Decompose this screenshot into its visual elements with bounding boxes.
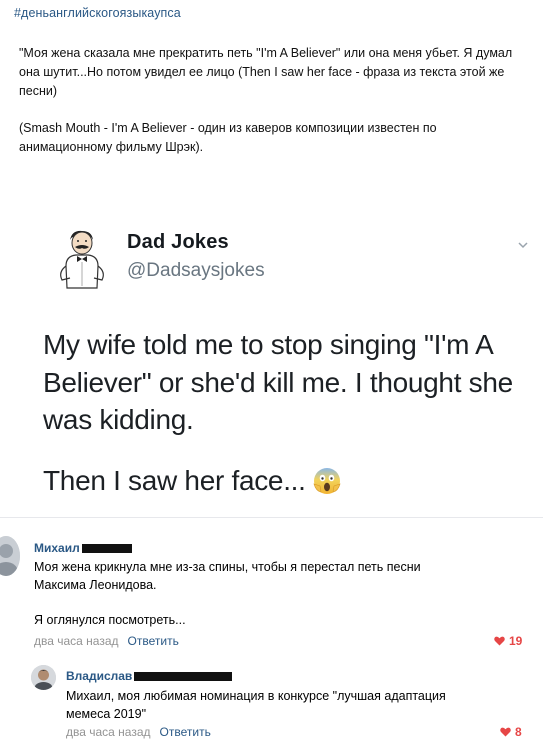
user-avatar-icon bbox=[31, 665, 56, 690]
tweet-punchline-text: Then I saw her face... bbox=[43, 465, 306, 496]
user-avatar-icon bbox=[0, 536, 20, 576]
post-text-paragraph-1: "Моя жена сказала мне прекратить петь "I… bbox=[19, 46, 513, 98]
post-text-paragraph-2: (Smash Mouth - I'm A Believer - один из … bbox=[19, 121, 437, 154]
comment-time[interactable]: два часа назад bbox=[66, 725, 151, 739]
chevron-down-icon bbox=[518, 242, 528, 249]
post-hashtag-link[interactable]: #деньанглийскогоязыкаупса bbox=[14, 6, 181, 20]
avatar[interactable] bbox=[31, 665, 56, 690]
comment-author-link[interactable]: Владислав bbox=[66, 669, 233, 683]
reply-button[interactable]: Ответить bbox=[160, 725, 211, 739]
tweet-text-main: My wife told me to stop singing "I'm A B… bbox=[43, 329, 513, 435]
comment-text-continued: Я оглянулся посмотреть... bbox=[34, 613, 186, 627]
comment-author-link[interactable]: Михаил bbox=[34, 541, 132, 555]
comment-time[interactable]: два часа назад bbox=[34, 634, 119, 648]
reply-button[interactable]: Ответить bbox=[128, 634, 179, 648]
like-count: 19 bbox=[509, 634, 523, 648]
tweet-author-handle: @Dadsaysjokes bbox=[127, 260, 265, 281]
comments-divider bbox=[0, 517, 543, 518]
comment-author-name: Михаил bbox=[34, 541, 80, 555]
tweet-author-name: Dad Jokes bbox=[127, 231, 229, 253]
like-button[interactable]: 8 bbox=[500, 725, 522, 739]
like-button[interactable]: 19 bbox=[494, 634, 522, 648]
tweet-text-punchline: Then I saw her face... bbox=[43, 465, 342, 497]
comment-text: Моя жена крикнула мне из-за спины, чтобы… bbox=[34, 560, 421, 592]
comment-author-name: Владислав bbox=[66, 669, 133, 683]
tweet-image[interactable]: Dad Jokes @Dadsaysjokes My wife told me … bbox=[0, 203, 543, 508]
avatar[interactable] bbox=[0, 536, 20, 576]
heart-icon bbox=[494, 636, 505, 646]
like-count: 8 bbox=[515, 725, 522, 739]
face-screaming-in-fear-icon bbox=[313, 468, 341, 494]
redaction-bar bbox=[134, 671, 233, 681]
comment-meta: два часа назад Ответить bbox=[66, 725, 211, 739]
comment-meta: два часа назад Ответить bbox=[34, 634, 179, 648]
comment-text: Михаил, моя любимая номинация в конкурсе… bbox=[66, 689, 446, 721]
heart-icon bbox=[500, 727, 511, 737]
dad-jokes-avatar-icon bbox=[60, 230, 104, 289]
redaction-bar bbox=[81, 543, 132, 553]
